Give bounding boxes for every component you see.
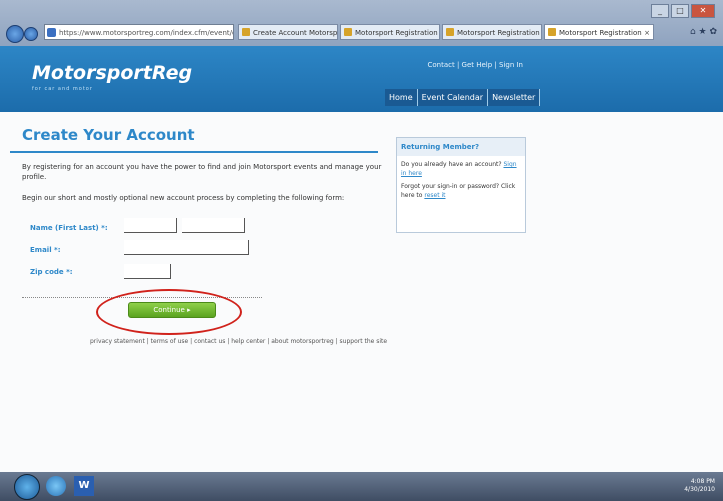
close-tab-icon[interactable]: × [644, 25, 650, 39]
first-name-input[interactable] [124, 220, 180, 237]
nav-event-calendar[interactable]: Event Calendar [417, 89, 489, 106]
address-bar[interactable]: https://www.motorsportreg.com/index.cfm/… [44, 24, 234, 40]
last-name-field[interactable] [182, 218, 248, 237]
sidebar-heading: Returning Member? [397, 138, 525, 156]
maximize-button[interactable]: □ [671, 4, 689, 18]
toolbar-icons[interactable]: ⌂ ★ ✿ [690, 27, 717, 37]
nav-newsletter[interactable]: Newsletter [488, 89, 541, 106]
tab-favicon-icon [548, 28, 556, 36]
tab-favicon-icon [446, 28, 454, 36]
email-label: Email *: [30, 246, 61, 254]
last-name-input[interactable] [182, 220, 248, 237]
main-nav: Home Event Calendar Newsletter [385, 89, 541, 106]
browser-tab-1[interactable]: Create Account Motorsport... [238, 24, 338, 40]
zip-input[interactable] [124, 266, 174, 283]
start-button[interactable] [14, 474, 40, 500]
highlight-circle [96, 289, 242, 335]
page-icon [47, 28, 56, 37]
tray-date: 4/30/2010 [684, 486, 715, 493]
back-button[interactable] [6, 25, 24, 43]
zip-label: Zip code *: [30, 268, 73, 276]
sidebar-reset-text: Forgot your sign-in or password? Click h… [401, 183, 516, 199]
minimize-button[interactable]: _ [651, 4, 669, 18]
email-input[interactable] [124, 242, 252, 259]
page-title: Create Your Account [22, 126, 195, 144]
first-name-field[interactable] [124, 218, 180, 237]
browser-tab-3[interactable]: Motorsport Registration [442, 24, 542, 40]
nav-home[interactable]: Home [385, 89, 418, 106]
page-content: Create Your Account By registering for a… [0, 112, 723, 472]
email-field[interactable] [124, 240, 252, 259]
zip-field[interactable] [124, 264, 174, 283]
footer-links[interactable]: privacy statement | terms of use | conta… [90, 338, 387, 345]
browser-chrome: _ □ ✕ https://www.motorsportreg.com/inde… [0, 0, 723, 46]
sidebar-signin-text: Do you already have an account? Sign in … [401, 161, 517, 177]
taskbar: W 4:08 PM 4/30/2010 [0, 472, 723, 501]
tab-favicon-icon [242, 28, 250, 36]
site-header: MotorsportReg for car and motor Contact … [0, 46, 723, 112]
browser-tab-active[interactable]: Motorsport Registration × [544, 24, 654, 40]
system-tray: 4:08 PM 4/30/2010 [684, 478, 715, 494]
internet-explorer-icon[interactable] [46, 476, 66, 496]
word-icon[interactable]: W [74, 476, 94, 496]
form-instructions: Begin our short and mostly optional new … [22, 194, 345, 202]
intro-text: By registering for an account you have t… [22, 163, 382, 181]
site-logo[interactable]: MotorsportReg [32, 62, 192, 84]
reset-link[interactable]: reset it [424, 192, 445, 199]
address-text: https://www.motorsportreg.com/index.cfm/… [59, 29, 233, 37]
returning-member-box: Returning Member? Do you already have an… [396, 137, 526, 233]
tray-time: 4:08 PM [690, 478, 715, 485]
window-controls: _ □ ✕ [651, 4, 715, 18]
close-window-button[interactable]: ✕ [691, 4, 715, 18]
title-divider [10, 151, 378, 153]
forward-button[interactable] [24, 27, 38, 41]
browser-tab-2[interactable]: Motorsport Registration [340, 24, 440, 40]
top-links[interactable]: Contact | Get Help | Sign In [427, 61, 523, 69]
name-label: Name (First Last) *: [30, 224, 108, 232]
site-tagline: for car and motor [32, 86, 93, 92]
tab-favicon-icon [344, 28, 352, 36]
